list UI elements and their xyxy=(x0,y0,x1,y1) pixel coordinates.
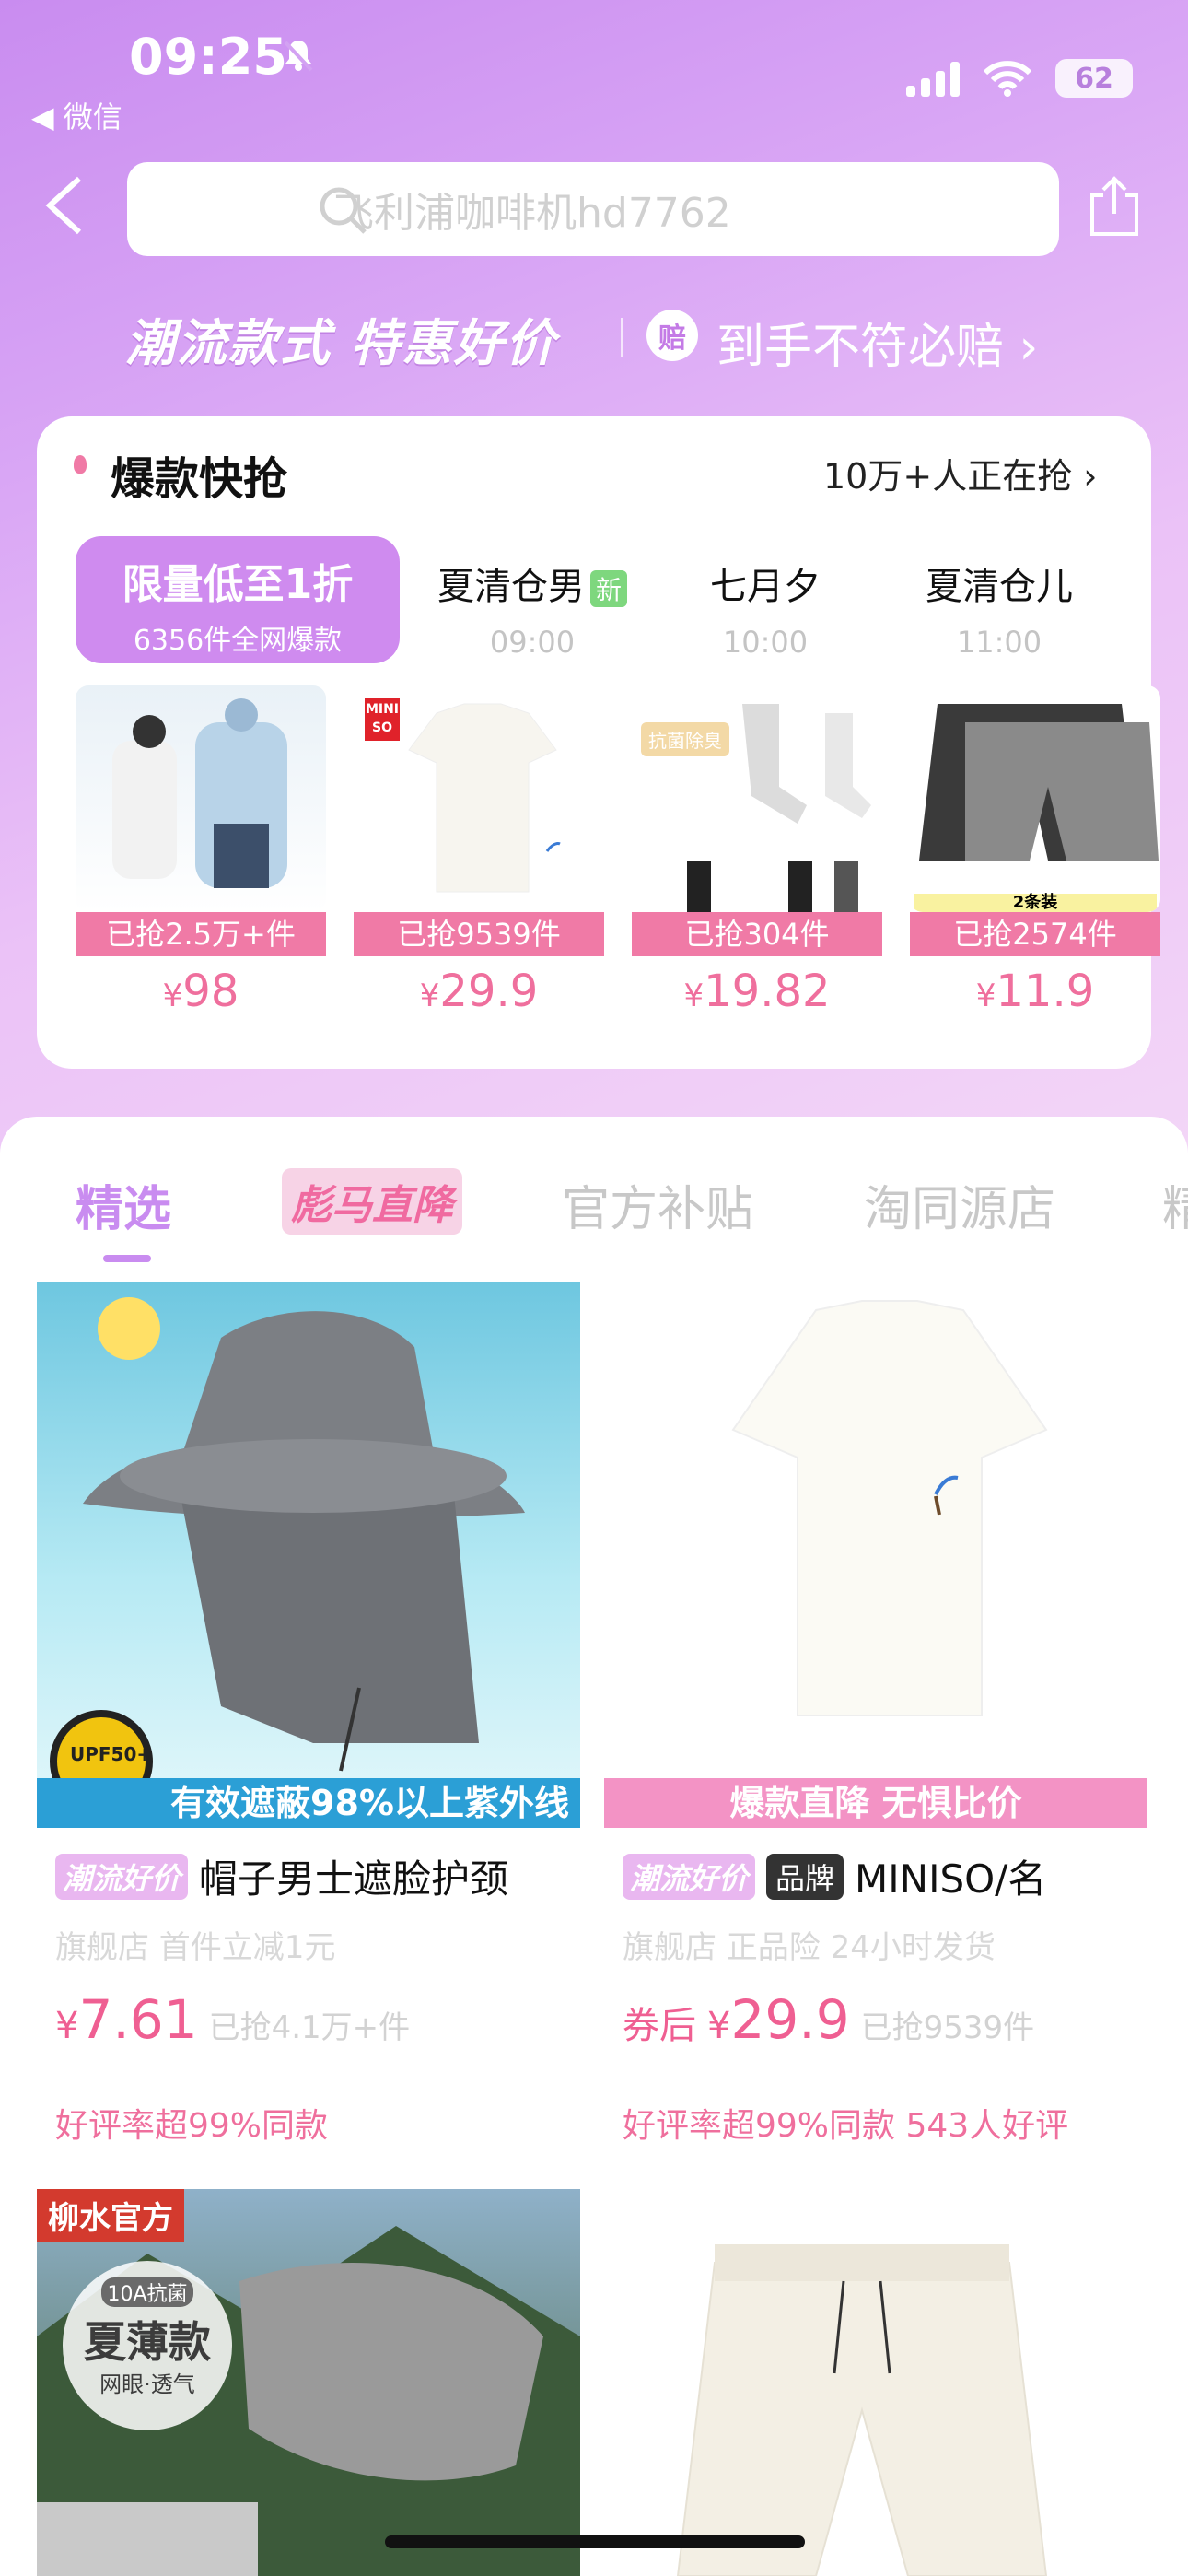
flash-tab-title: 限量低至1折 xyxy=(122,561,354,608)
flash-price: ¥19.82 xyxy=(632,966,882,1017)
currency-symbol: ¥ xyxy=(419,978,440,1014)
tab-more[interactable]: 精 xyxy=(1162,1170,1188,1239)
status-icons: 62 xyxy=(906,59,1133,98)
review-summary: 好评率超99%同款 xyxy=(55,2107,329,2145)
price-row: 券后 ¥29.9 已抢9539件 xyxy=(623,1988,1034,2051)
flash-tab-title: 七月夕 xyxy=(710,566,821,608)
card-banner: 爆款直降 无惧比价 xyxy=(604,1778,1147,1828)
review-summary: 好评率超99%同款 543人好评 xyxy=(623,2107,1069,2145)
brand-tag: 品牌 xyxy=(766,1853,844,1900)
currency-symbol: ¥ xyxy=(707,2005,731,2047)
product-title[interactable]: 潮流好价 品牌 MINISO/名 xyxy=(623,1848,1166,1904)
product-card-image[interactable] xyxy=(604,2189,1147,2576)
flash-tab-summer-men[interactable]: 夏清仓男新 09:00 xyxy=(431,556,634,660)
product-card-image[interactable]: 爆款直降 无惧比价 xyxy=(604,1282,1147,1828)
grabbed-count: 已抢304件 xyxy=(632,912,882,956)
price-value: 11.9 xyxy=(996,966,1095,1017)
flame-icon xyxy=(74,455,87,474)
grabbed-count: 已抢9539件 xyxy=(354,912,604,956)
price-value: 7.61 xyxy=(78,1988,198,2051)
flash-tab-time: 11:00 xyxy=(956,625,1042,660)
flash-sale-count-link[interactable]: 10万+人正在抢 › xyxy=(823,448,1097,498)
price-value: 98 xyxy=(182,966,239,1017)
signal-icon xyxy=(906,60,960,97)
coupon-label: 券后 xyxy=(623,2005,696,2047)
upf-seal: UPF50+ xyxy=(70,1743,153,1765)
product-card-image[interactable]: UPF50+ 有效遮蔽98%以上紫外线 xyxy=(37,1282,580,1828)
sold-count: 已抢9539件 xyxy=(860,2009,1035,2046)
product-subtitle: 旗舰店 首件立减1元 xyxy=(55,1929,336,1966)
product-title-text: 帽子男士遮脸护颈 xyxy=(199,1856,509,1902)
wifi-icon xyxy=(984,61,1031,97)
currency-symbol: ¥ xyxy=(55,2005,79,2047)
flash-price: ¥29.9 xyxy=(354,966,604,1017)
share-icon[interactable] xyxy=(1085,175,1144,241)
price-value: 29.9 xyxy=(730,1988,850,2051)
grabbed-count: 已抢2574件 xyxy=(910,912,1160,956)
flash-tab-active[interactable]: 限量低至1折 6356件全网爆款 xyxy=(76,536,400,663)
product-title-text: MINISO/名 xyxy=(855,1856,1047,1902)
trend-tag: 潮流好价 xyxy=(623,1853,756,1900)
product-card-image[interactable]: 柳水官方 10A抗菌 夏薄款 网眼·透气 xyxy=(37,2189,580,2576)
flash-tab-title: 夏清仓儿 xyxy=(926,566,1073,608)
flash-tab-title: 夏清仓男 xyxy=(437,566,585,608)
antibac-label: 10A抗菌 xyxy=(101,2277,193,2307)
search-icon xyxy=(317,184,368,240)
product-title[interactable]: 潮流好价 帽子男士遮脸护颈 xyxy=(55,1848,617,1904)
product-image-jacket[interactable] xyxy=(76,685,326,912)
flash-tab-time: 10:00 xyxy=(722,625,809,660)
flash-tab-qixi[interactable]: 七月夕 10:00 xyxy=(678,556,853,660)
product-image-polo[interactable]: MINI SO xyxy=(354,685,604,912)
store-corner-label: 柳水官方 xyxy=(37,2189,184,2242)
tab-puma-drop[interactable]: 彪马直降 xyxy=(282,1168,462,1235)
flash-tab-time: 09:00 xyxy=(489,625,576,660)
home-indicator xyxy=(385,2535,805,2548)
sold-count: 已抢4.1万+件 xyxy=(208,2009,411,2046)
grabbed-count: 已抢2.5万+件 xyxy=(76,912,326,956)
product-image-socks[interactable]: 抗菌除臭 xyxy=(632,685,882,912)
back-arrow-icon[interactable] xyxy=(42,173,85,241)
currency-symbol: ¥ xyxy=(975,978,996,1014)
battery-indicator: 62 xyxy=(1055,59,1133,98)
status-time: 09:25 xyxy=(129,28,287,86)
price-value: 19.82 xyxy=(704,966,831,1017)
product-tag: 2条装 xyxy=(914,894,1157,912)
new-badge: 新 xyxy=(589,570,627,607)
flash-tab-summer-kids[interactable]: 夏清仓儿 11:00 xyxy=(903,556,1096,660)
product-price: ¥29.9 xyxy=(707,1988,850,2051)
mesh-label: 网眼·透气 xyxy=(99,2371,195,2397)
product-price: ¥7.61 xyxy=(55,1988,198,2051)
currency-symbol: ¥ xyxy=(162,978,183,1014)
flash-price: ¥98 xyxy=(76,966,326,1017)
thin-style-label: 夏薄款 xyxy=(84,2317,211,2367)
tab-active-indicator xyxy=(103,1255,151,1262)
tab-taobao-source[interactable]: 淘同源店 xyxy=(864,1170,1055,1239)
product-subtitle: 旗舰店 正品险 24小时发货 xyxy=(623,1929,996,1966)
search-input[interactable]: 飞利浦咖啡机hd7762 xyxy=(127,162,1059,256)
price-row: ¥7.61 已抢4.1万+件 xyxy=(55,1988,410,2051)
guarantee-link[interactable]: 到手不符必赔 › xyxy=(716,308,1038,377)
flash-price: ¥11.9 xyxy=(910,966,1160,1017)
slogan-divider xyxy=(621,318,623,357)
guarantee-badge: 赔 xyxy=(646,310,698,361)
mute-bell-icon xyxy=(280,37,317,77)
promo-slogan: 潮流款式 特惠好价 xyxy=(125,314,557,372)
card-banner: 有效遮蔽98%以上紫外线 xyxy=(37,1778,580,1828)
trend-tag: 潮流好价 xyxy=(55,1853,189,1900)
price-value: 29.9 xyxy=(439,966,539,1017)
tab-featured[interactable]: 精选 xyxy=(76,1170,171,1239)
search-placeholder: 飞利浦咖啡机hd7762 xyxy=(333,190,731,237)
flash-tab-sub: 6356件全网爆款 xyxy=(133,625,343,657)
back-to-wechat[interactable]: ◀ 微信 xyxy=(31,94,122,136)
product-image-shorts[interactable]: 2条装 xyxy=(910,685,1160,912)
tab-official-subsidy[interactable]: 官方补贴 xyxy=(562,1170,753,1239)
currency-symbol: ¥ xyxy=(683,978,705,1014)
flash-sale-title: 爆款快抢 xyxy=(111,453,288,505)
